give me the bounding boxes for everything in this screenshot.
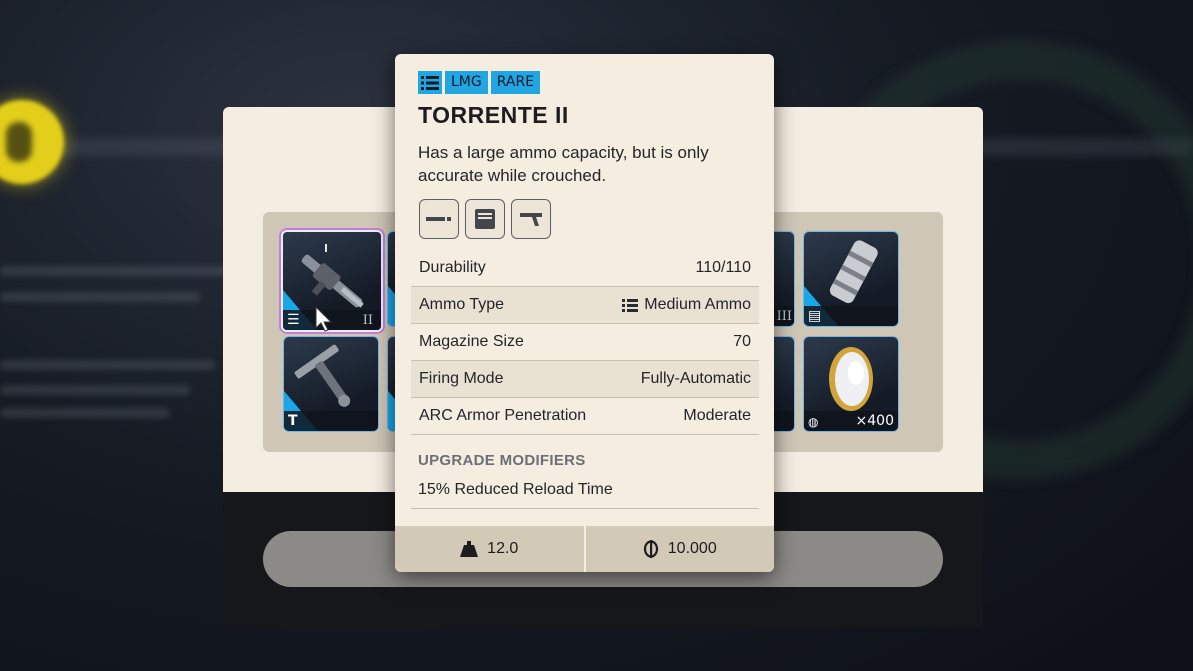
stat-magazine-size: Magazine Size 70 (411, 324, 759, 361)
background-quest-marker (0, 100, 64, 184)
stat-value: Fully-Automatic (640, 370, 751, 387)
stat-label: Firing Mode (419, 370, 504, 387)
price-value: 10.000 (667, 540, 717, 557)
item-description: Has a large ammo capacity, but is only a… (418, 143, 709, 185)
stat-label: Ammo Type (419, 296, 505, 313)
item-quantity: ×400 (855, 413, 894, 429)
upgrade-modifier-text: 15% Reduced Reload Time (418, 481, 613, 498)
mod-slots (419, 199, 551, 239)
background-text-line (0, 292, 200, 302)
stat-value: Moderate (683, 407, 751, 424)
inventory-slot-tool[interactable]: T (283, 336, 379, 432)
list-icon (418, 71, 442, 94)
stat-durability: Durability 110/110 (411, 250, 759, 287)
currency-icon (643, 540, 658, 558)
t-icon: T (288, 413, 298, 429)
weapon-type-badge: LMG (445, 71, 488, 94)
inventory-slot[interactable]: III (774, 231, 795, 327)
stat-value: Medium Ammo (644, 296, 751, 313)
medium-ammo-icon (622, 298, 639, 312)
inventory-slot-coin[interactable]: ◍ ×400 (803, 336, 899, 432)
item-name: TORRENTE II (418, 102, 569, 128)
inventory-slot[interactable] (774, 336, 795, 432)
item-footer: 12.0 10.000 (395, 526, 774, 572)
rock-icon: ◍ (808, 415, 819, 429)
tier-label: II (362, 313, 373, 328)
weight-icon (460, 541, 479, 557)
item-weight: 12.0 (395, 526, 584, 572)
stat-armor-penetration: ARC Armor Penetration Moderate (411, 398, 759, 435)
background-text-line (0, 385, 190, 395)
list-icon: ☰ (287, 312, 300, 328)
upgrade-modifiers-heading: UPGRADE MODIFIERS (418, 452, 586, 469)
background-text-line (0, 266, 230, 276)
background-text-line (0, 408, 170, 418)
divider (411, 508, 759, 509)
stat-value: 70 (733, 333, 751, 350)
stat-firing-mode: Firing Mode Fully-Automatic (411, 361, 759, 398)
stat-value: 110/110 (695, 259, 751, 276)
magazine-mod-icon[interactable] (465, 199, 505, 239)
barrel-mod-icon[interactable] (419, 199, 459, 239)
background-text-line (0, 360, 215, 370)
item-tooltip: LMG RARE TORRENTE II Has a large ammo ca… (395, 54, 774, 572)
item-stats: Durability 110/110 Ammo Type Medium Ammo… (411, 250, 759, 435)
stat-label: Magazine Size (419, 333, 524, 350)
mouse-cursor-icon (315, 306, 333, 332)
rarity-badge: RARE (490, 71, 541, 94)
stock-mod-icon[interactable] (511, 199, 551, 239)
stat-label: ARC Armor Penetration (419, 407, 587, 424)
document-icon: ▤ (808, 308, 822, 324)
item-badges: LMG RARE (418, 71, 541, 94)
stat-ammo-type: Ammo Type Medium Ammo (411, 287, 759, 324)
item-price: 10.000 (586, 526, 775, 572)
weight-value: 12.0 (487, 540, 519, 557)
tier-label: III (776, 309, 792, 324)
inventory-slot-gauntlet[interactable]: ▤ (803, 231, 899, 327)
stat-label: Durability (419, 259, 486, 276)
